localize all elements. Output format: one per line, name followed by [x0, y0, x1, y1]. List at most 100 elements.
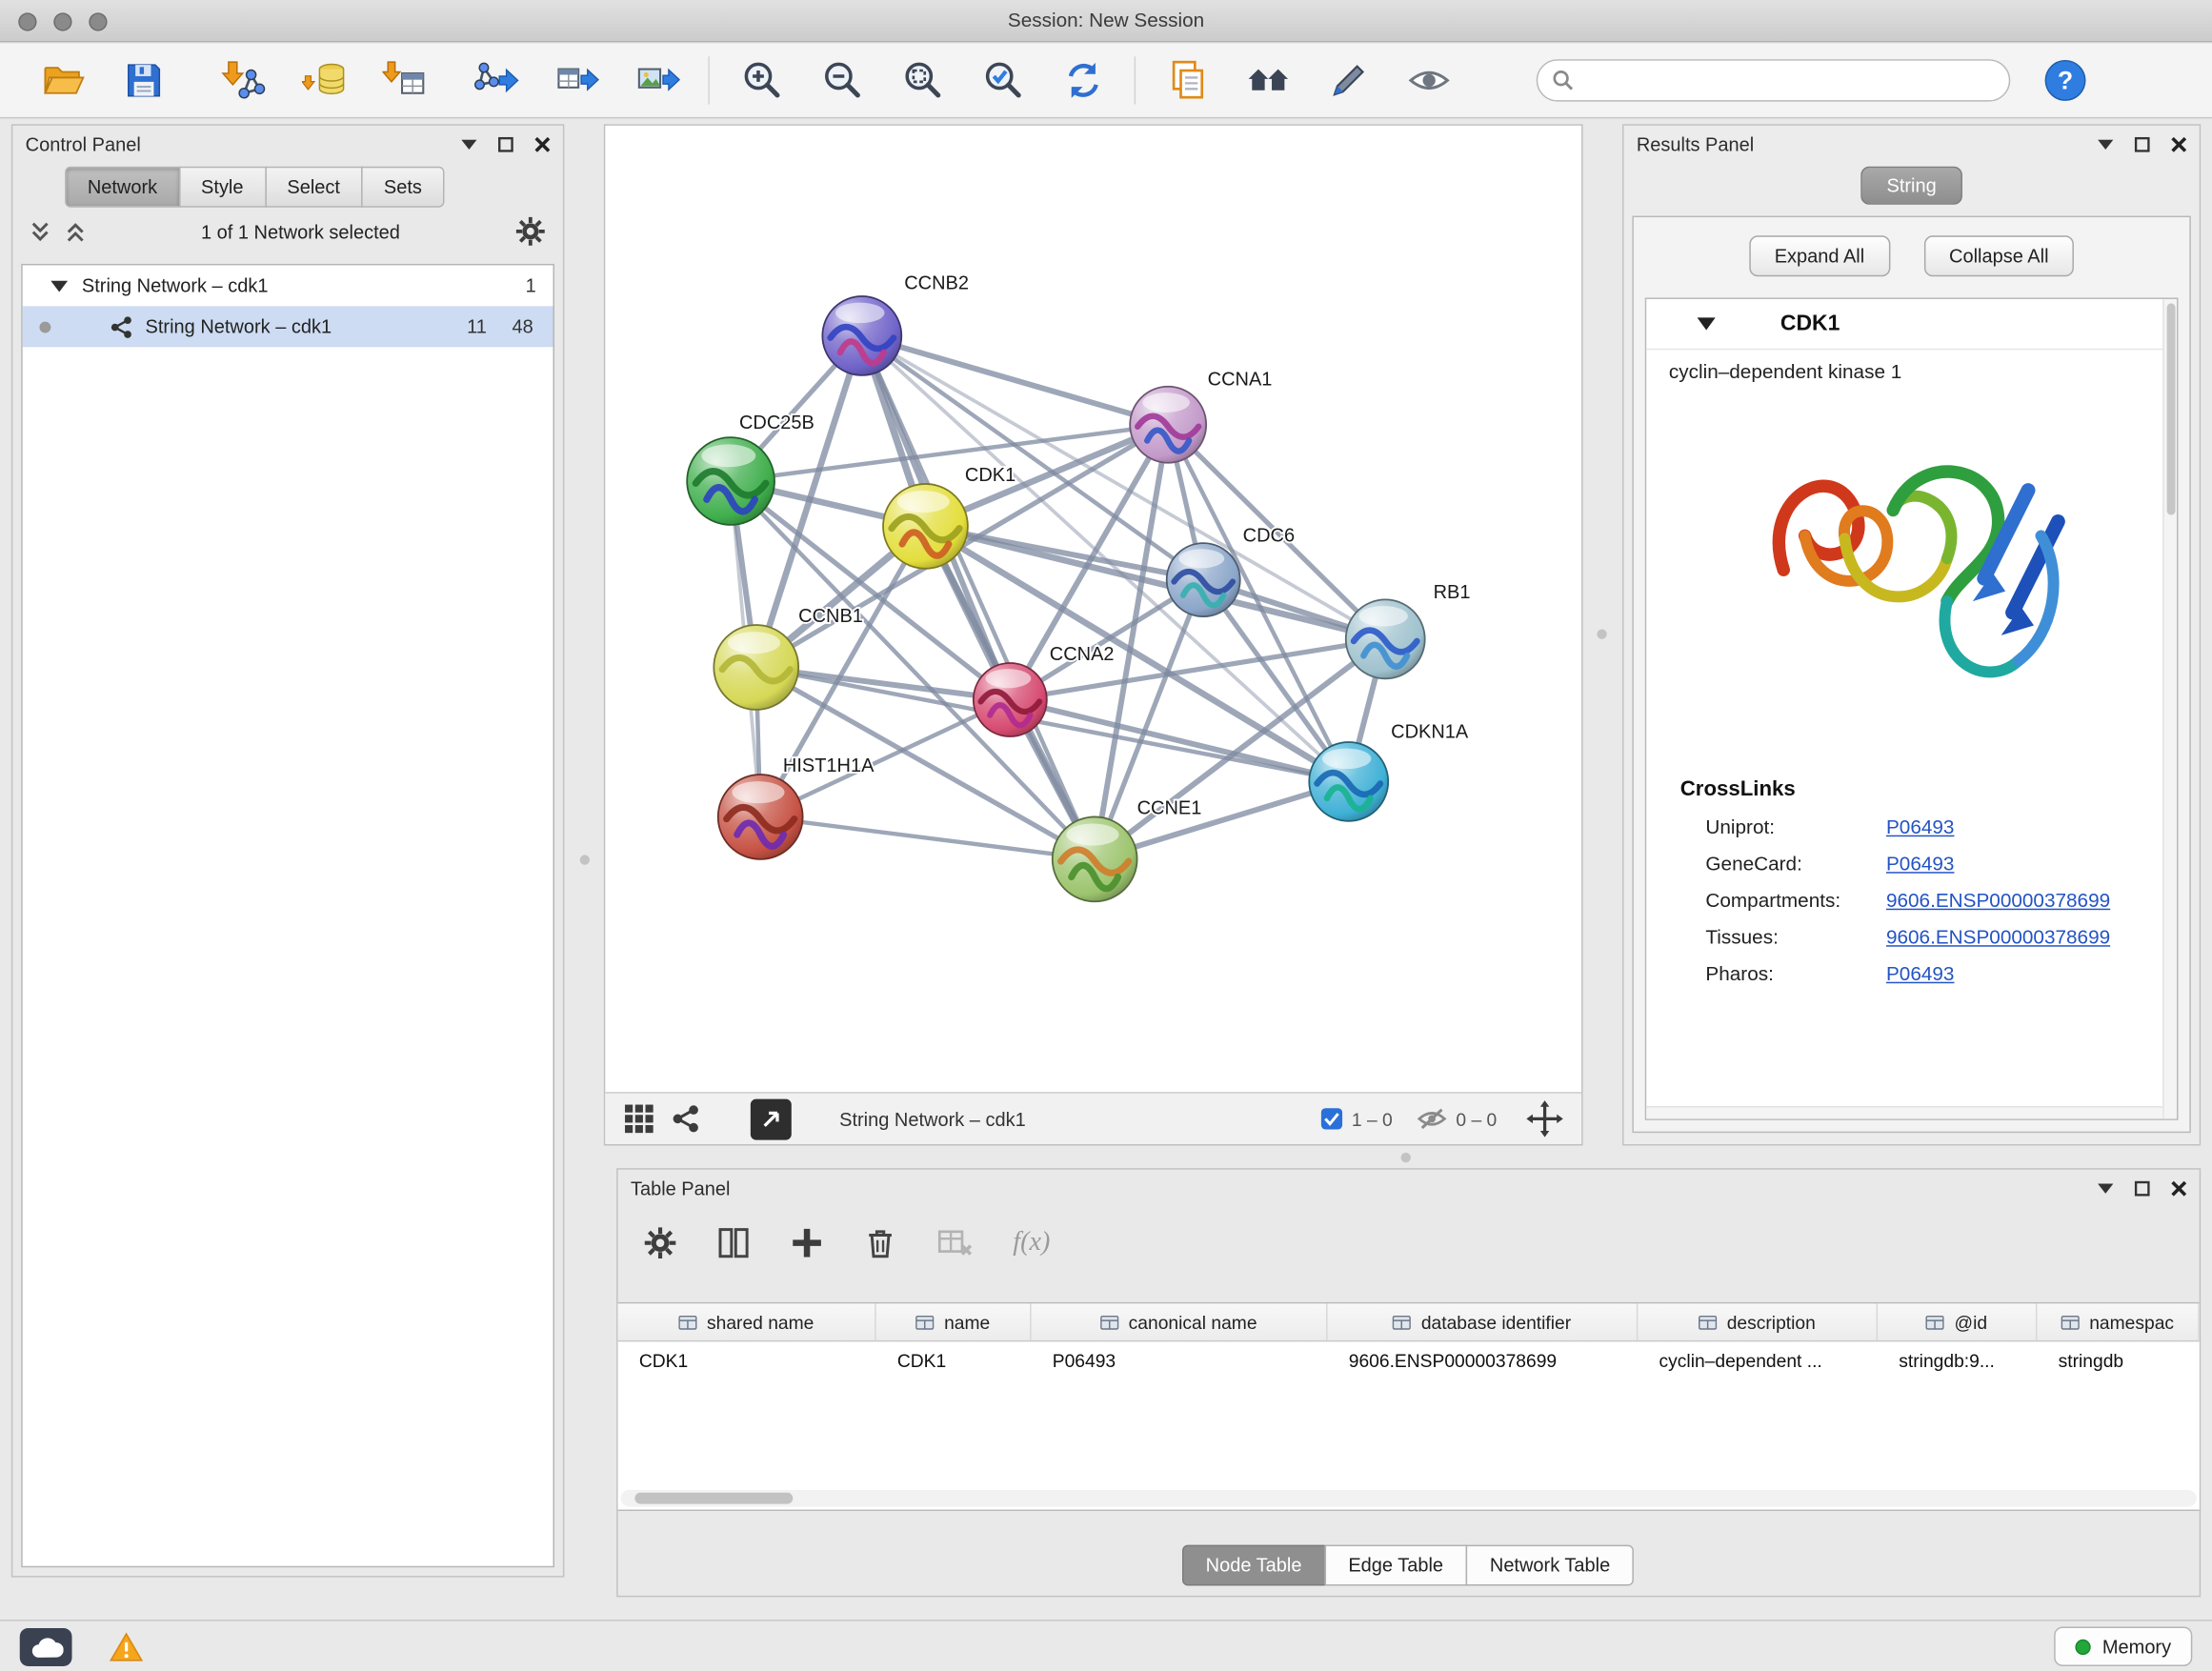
export-network-button[interactable] — [455, 47, 535, 114]
expand-all-icon[interactable] — [65, 221, 86, 242]
redraw-network-button[interactable] — [1042, 47, 1122, 114]
cell-namespace[interactable]: stringdb — [2037, 1341, 2199, 1379]
splitter-handle-left[interactable] — [580, 855, 590, 864]
share-network-icon[interactable] — [672, 1105, 700, 1134]
export-table-button[interactable] — [536, 47, 616, 114]
import-network-database-button[interactable] — [284, 47, 364, 114]
panel-menu-icon[interactable] — [2098, 1183, 2113, 1193]
scrollbar-thumb[interactable] — [634, 1493, 793, 1504]
search-input[interactable] — [1584, 69, 1995, 92]
panel-float-icon[interactable] — [498, 136, 513, 151]
panel-float-icon[interactable] — [2135, 136, 2150, 151]
tab-edge-table[interactable]: Edge Table — [1324, 1545, 1467, 1586]
selected-counts-group[interactable]: 1 – 0 — [1320, 1108, 1392, 1131]
section-collapse-icon[interactable] — [1698, 317, 1716, 330]
cell-shared-name[interactable]: CDK1 — [618, 1341, 876, 1379]
splitter-handle-right[interactable] — [1597, 629, 1606, 638]
zoom-in-button[interactable] — [721, 47, 801, 114]
protein-card-header[interactable]: CDK1 — [1646, 299, 2177, 350]
network-node-CCNB1[interactable]: CCNB1 — [714, 606, 863, 710]
columns-icon[interactable] — [716, 1226, 751, 1260]
tab-select[interactable]: Select — [265, 167, 363, 208]
gear-icon[interactable] — [515, 216, 547, 248]
trash-icon[interactable] — [863, 1226, 897, 1260]
network-item-row[interactable]: String Network – cdk1 11 48 — [23, 306, 553, 347]
cell-canonical-name[interactable]: P06493 — [1032, 1341, 1328, 1379]
annotation-button[interactable] — [1308, 47, 1388, 114]
tab-style[interactable]: Style — [178, 167, 266, 208]
column-header-canonical-name[interactable]: canonical name — [1032, 1303, 1328, 1340]
panel-menu-icon[interactable] — [461, 139, 476, 149]
panel-float-icon[interactable] — [2135, 1180, 2150, 1196]
navigator-toggle-button[interactable] — [751, 1098, 792, 1139]
network-node-CDC25B[interactable]: CDC25B — [687, 413, 814, 525]
network-node-HIST1H1A[interactable]: HIST1H1A — [718, 755, 875, 859]
delete-table-icon[interactable] — [936, 1226, 974, 1260]
home-navigator-button[interactable] — [1227, 47, 1307, 114]
expand-all-button[interactable]: Expand All — [1749, 235, 1890, 276]
cell-name[interactable]: CDK1 — [876, 1341, 1032, 1379]
network-node-RB1[interactable]: RB1 — [1346, 582, 1471, 678]
tab-node-table[interactable]: Node Table — [1181, 1545, 1325, 1586]
hidden-counts-group[interactable]: 0 – 0 — [1417, 1108, 1497, 1131]
collapse-all-icon[interactable] — [30, 221, 50, 242]
panel-close-icon[interactable] — [2171, 136, 2186, 151]
cell-description[interactable]: cyclin–dependent ... — [1638, 1341, 1878, 1379]
grid-view-icon[interactable] — [624, 1103, 655, 1135]
panel-close-icon[interactable] — [534, 136, 550, 151]
column-header-id[interactable]: @id — [1878, 1303, 2037, 1340]
crosslink-link[interactable]: P06493 — [1886, 815, 1954, 838]
cloud-button[interactable] — [20, 1627, 72, 1665]
help-button[interactable]: ? — [2041, 56, 2089, 104]
disclosure-triangle-icon[interactable] — [50, 280, 68, 292]
selected-checkbox-icon[interactable] — [1320, 1108, 1343, 1131]
pan-arrows-icon[interactable] — [1526, 1100, 1563, 1137]
table-horizontal-scrollbar[interactable] — [621, 1490, 2197, 1507]
collapse-all-button[interactable]: Collapse All — [1923, 235, 2074, 276]
network-collection-row[interactable]: String Network – cdk1 1 — [23, 265, 553, 306]
tab-sets[interactable]: Sets — [361, 167, 444, 208]
tab-network-table[interactable]: Network Table — [1466, 1545, 1635, 1586]
zoom-selected-button[interactable] — [962, 47, 1042, 114]
export-image-button[interactable] — [616, 47, 696, 114]
edge-CCNB2-CCNE1[interactable] — [862, 335, 1095, 858]
duplicate-network-button[interactable] — [1147, 47, 1227, 114]
tab-network[interactable]: Network — [65, 167, 180, 208]
gear-icon[interactable] — [643, 1226, 677, 1260]
vertical-scrollbar[interactable] — [2162, 299, 2177, 1118]
network-node-CDK1[interactable]: CDK1 — [883, 465, 1016, 569]
network-node-CCNA1[interactable]: CCNA1 — [1130, 369, 1272, 462]
zoom-out-button[interactable] — [801, 47, 881, 114]
horizontal-scrollbar[interactable] — [1646, 1106, 2162, 1118]
edge-HIST1H1A-CCNE1[interactable] — [760, 816, 1095, 858]
zoom-fit-button[interactable] — [882, 47, 962, 114]
import-network-file-button[interactable] — [203, 47, 283, 114]
cell-database-identifier[interactable]: 9606.ENSP00000378699 — [1328, 1341, 1639, 1379]
panel-menu-icon[interactable] — [2098, 139, 2113, 149]
column-header-name[interactable]: name — [876, 1303, 1032, 1340]
column-header-shared-name[interactable]: shared name — [618, 1303, 876, 1340]
memory-button[interactable]: Memory — [2055, 1626, 2193, 1665]
network-node-CDKN1A[interactable]: CDKN1A — [1309, 722, 1469, 821]
splitter-handle-horizontal[interactable] — [1401, 1153, 1411, 1162]
crosslink-link[interactable]: 9606.ENSP00000378699 — [1886, 925, 2110, 948]
network-canvas[interactable]: CCNB2CCNA1CDC25BCDK1CDC6RB1CCNB1CCNA2CDK… — [605, 126, 1581, 1092]
crosslink-link[interactable]: 9606.ENSP00000378699 — [1886, 889, 2110, 912]
add-row-icon[interactable] — [790, 1226, 824, 1260]
import-table-file-button[interactable] — [364, 47, 444, 114]
scrollbar-thumb[interactable] — [2166, 303, 2175, 514]
open-session-button[interactable] — [23, 47, 103, 114]
save-session-button[interactable] — [103, 47, 183, 114]
search-box[interactable] — [1537, 59, 2011, 101]
warning-button[interactable] — [100, 1627, 152, 1665]
crosslink-link[interactable]: P06493 — [1886, 852, 1954, 875]
function-builder-icon[interactable]: f(x) — [1013, 1227, 1050, 1258]
crosslink-link[interactable]: P06493 — [1886, 962, 1954, 985]
column-header-namespace[interactable]: namespac — [2037, 1303, 2199, 1340]
results-tab-string[interactable]: String — [1861, 167, 1962, 205]
table-row[interactable]: CDK1 CDK1 P06493 9606.ENSP00000378699 cy… — [618, 1341, 2200, 1379]
titlebar[interactable]: Session: New Session — [0, 0, 2212, 42]
column-header-description[interactable]: description — [1638, 1303, 1878, 1340]
panel-close-icon[interactable] — [2171, 1180, 2186, 1196]
graphics-details-button[interactable] — [1388, 47, 1468, 114]
